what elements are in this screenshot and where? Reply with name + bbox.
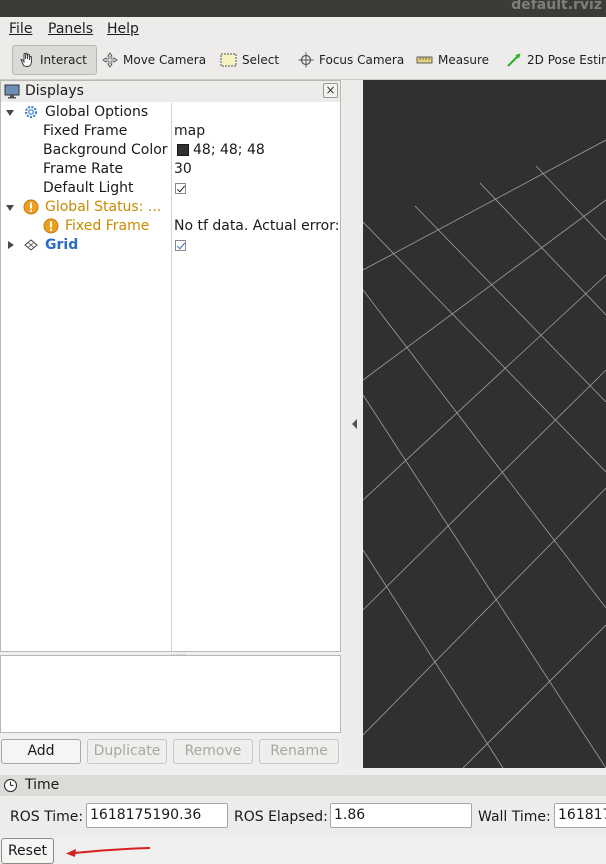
ros-time-label: ROS Time: [10, 809, 84, 825]
tree-label: Frame Rate [43, 161, 124, 177]
window-titlebar: default.rviz [0, 0, 606, 17]
displays-panel-header: Displays × [1, 81, 340, 102]
tool-2d-pose-label: 2D Pose Estima [527, 53, 606, 67]
annotation-arrow-icon [66, 847, 151, 857]
tool-select[interactable]: Select [220, 45, 279, 75]
tool-move-camera[interactable]: Move Camera [102, 45, 206, 75]
ros-elapsed-field[interactable]: 1.86 [330, 803, 472, 828]
tool-2d-pose[interactable]: 2D Pose Estima [506, 45, 606, 75]
ros-elapsed-label: ROS Elapsed: [234, 809, 328, 825]
expand-arrow-icon[interactable] [8, 241, 14, 249]
add-button[interactable]: Add [1, 739, 81, 764]
expand-arrow-icon[interactable] [6, 205, 14, 211]
cursor-hand-icon [20, 52, 32, 67]
tree-row-global-status[interactable]: Global Status: ... [1, 198, 340, 217]
crosshair-icon [298, 52, 314, 68]
displays-panel: Displays × Global Options Fixed Frame ma… [0, 80, 341, 659]
tool-interact[interactable]: Interact [12, 45, 97, 75]
menu-help-label: Help [107, 21, 139, 37]
tree-row-fixed-frame[interactable]: Fixed Frame map [1, 122, 340, 141]
tree-row-fixed-frame-status[interactable]: Fixed Frame No tf data. Actual error: [1, 217, 340, 236]
wall-time-label: Wall Time: [478, 809, 551, 825]
tree-label: Global Options [45, 104, 149, 120]
default-light-checkbox[interactable] [175, 183, 186, 194]
grid-checkbox[interactable] [175, 240, 186, 251]
panel-splitter[interactable] [342, 80, 362, 770]
tree-value[interactable]: 30 [174, 161, 192, 177]
move-arrows-icon [102, 52, 118, 68]
tool-measure[interactable]: Measure [416, 45, 489, 75]
time-panel-title: Time [25, 777, 60, 793]
menu-help[interactable]: Help [107, 21, 139, 37]
remove-button[interactable]: Remove [173, 739, 253, 764]
tool-interact-label: Interact [40, 53, 87, 67]
expand-arrow-icon[interactable] [6, 110, 14, 116]
color-swatch[interactable] [177, 144, 189, 156]
clock-icon [3, 778, 18, 793]
wall-time-field[interactable]: 161817 [554, 803, 606, 828]
display-description-box [0, 655, 341, 733]
duplicate-button[interactable]: Duplicate [87, 739, 167, 764]
tool-bar: Interact Move Camera Select Focus Camera… [0, 42, 606, 80]
ruler-icon [416, 56, 433, 64]
tree-label: Fixed Frame [65, 218, 150, 234]
time-panel-header: Time [0, 775, 606, 796]
menu-panels-label: Panels [48, 21, 94, 37]
monitor-icon [4, 84, 20, 99]
menu-file-label: File [9, 21, 33, 37]
tree-value: No tf data. Actual error: [174, 218, 340, 234]
rename-button[interactable]: Rename [259, 739, 339, 764]
grid-icon [24, 239, 38, 251]
render-viewport[interactable] [363, 80, 606, 768]
collapse-arrow-icon[interactable] [352, 419, 357, 429]
tree-row-default-light[interactable]: Default Light [1, 179, 340, 198]
tool-focus-camera[interactable]: Focus Camera [298, 45, 404, 75]
tree-row-background-color[interactable]: Background Color 48; 48; 48 [1, 141, 340, 160]
tool-focus-camera-label: Focus Camera [319, 53, 405, 67]
window-title: default.rviz [511, 0, 602, 13]
green-arrow-icon [507, 53, 521, 67]
menu-file[interactable]: File [9, 21, 32, 37]
tool-move-camera-label: Move Camera [123, 53, 207, 67]
select-rect-icon [220, 53, 237, 67]
tree-row-global-options[interactable]: Global Options [1, 103, 340, 122]
tree-label: Background Color [43, 142, 168, 158]
reset-button[interactable]: Reset [1, 838, 54, 864]
tree-row-frame-rate[interactable]: Frame Rate 30 [1, 160, 340, 179]
menu-panels[interactable]: Panels [48, 21, 93, 37]
tree-label: Fixed Frame [43, 123, 128, 139]
tree-label: Default Light [43, 180, 134, 196]
warning-icon [43, 218, 59, 234]
gear-icon [24, 105, 38, 119]
tree-label: Global Status: ... [45, 199, 162, 215]
grid-render [363, 139, 606, 768]
menu-bar: File Panels Help [0, 17, 606, 42]
ros-time-field[interactable]: 1618175190.36 [86, 803, 228, 828]
tree-label: Grid [45, 237, 79, 253]
displays-panel-title: Displays [25, 83, 84, 99]
time-row: ROS Time: 1618175190.36 ROS Elapsed: 1.8… [0, 797, 606, 837]
tree-row-grid[interactable]: Grid [1, 236, 340, 255]
tree-value[interactable]: map [174, 123, 205, 139]
warning-icon [23, 199, 39, 215]
tree-value[interactable]: 48; 48; 48 [193, 142, 265, 158]
close-icon[interactable]: × [323, 83, 338, 98]
tool-measure-label: Measure [438, 53, 489, 67]
tool-select-label: Select [242, 53, 280, 67]
